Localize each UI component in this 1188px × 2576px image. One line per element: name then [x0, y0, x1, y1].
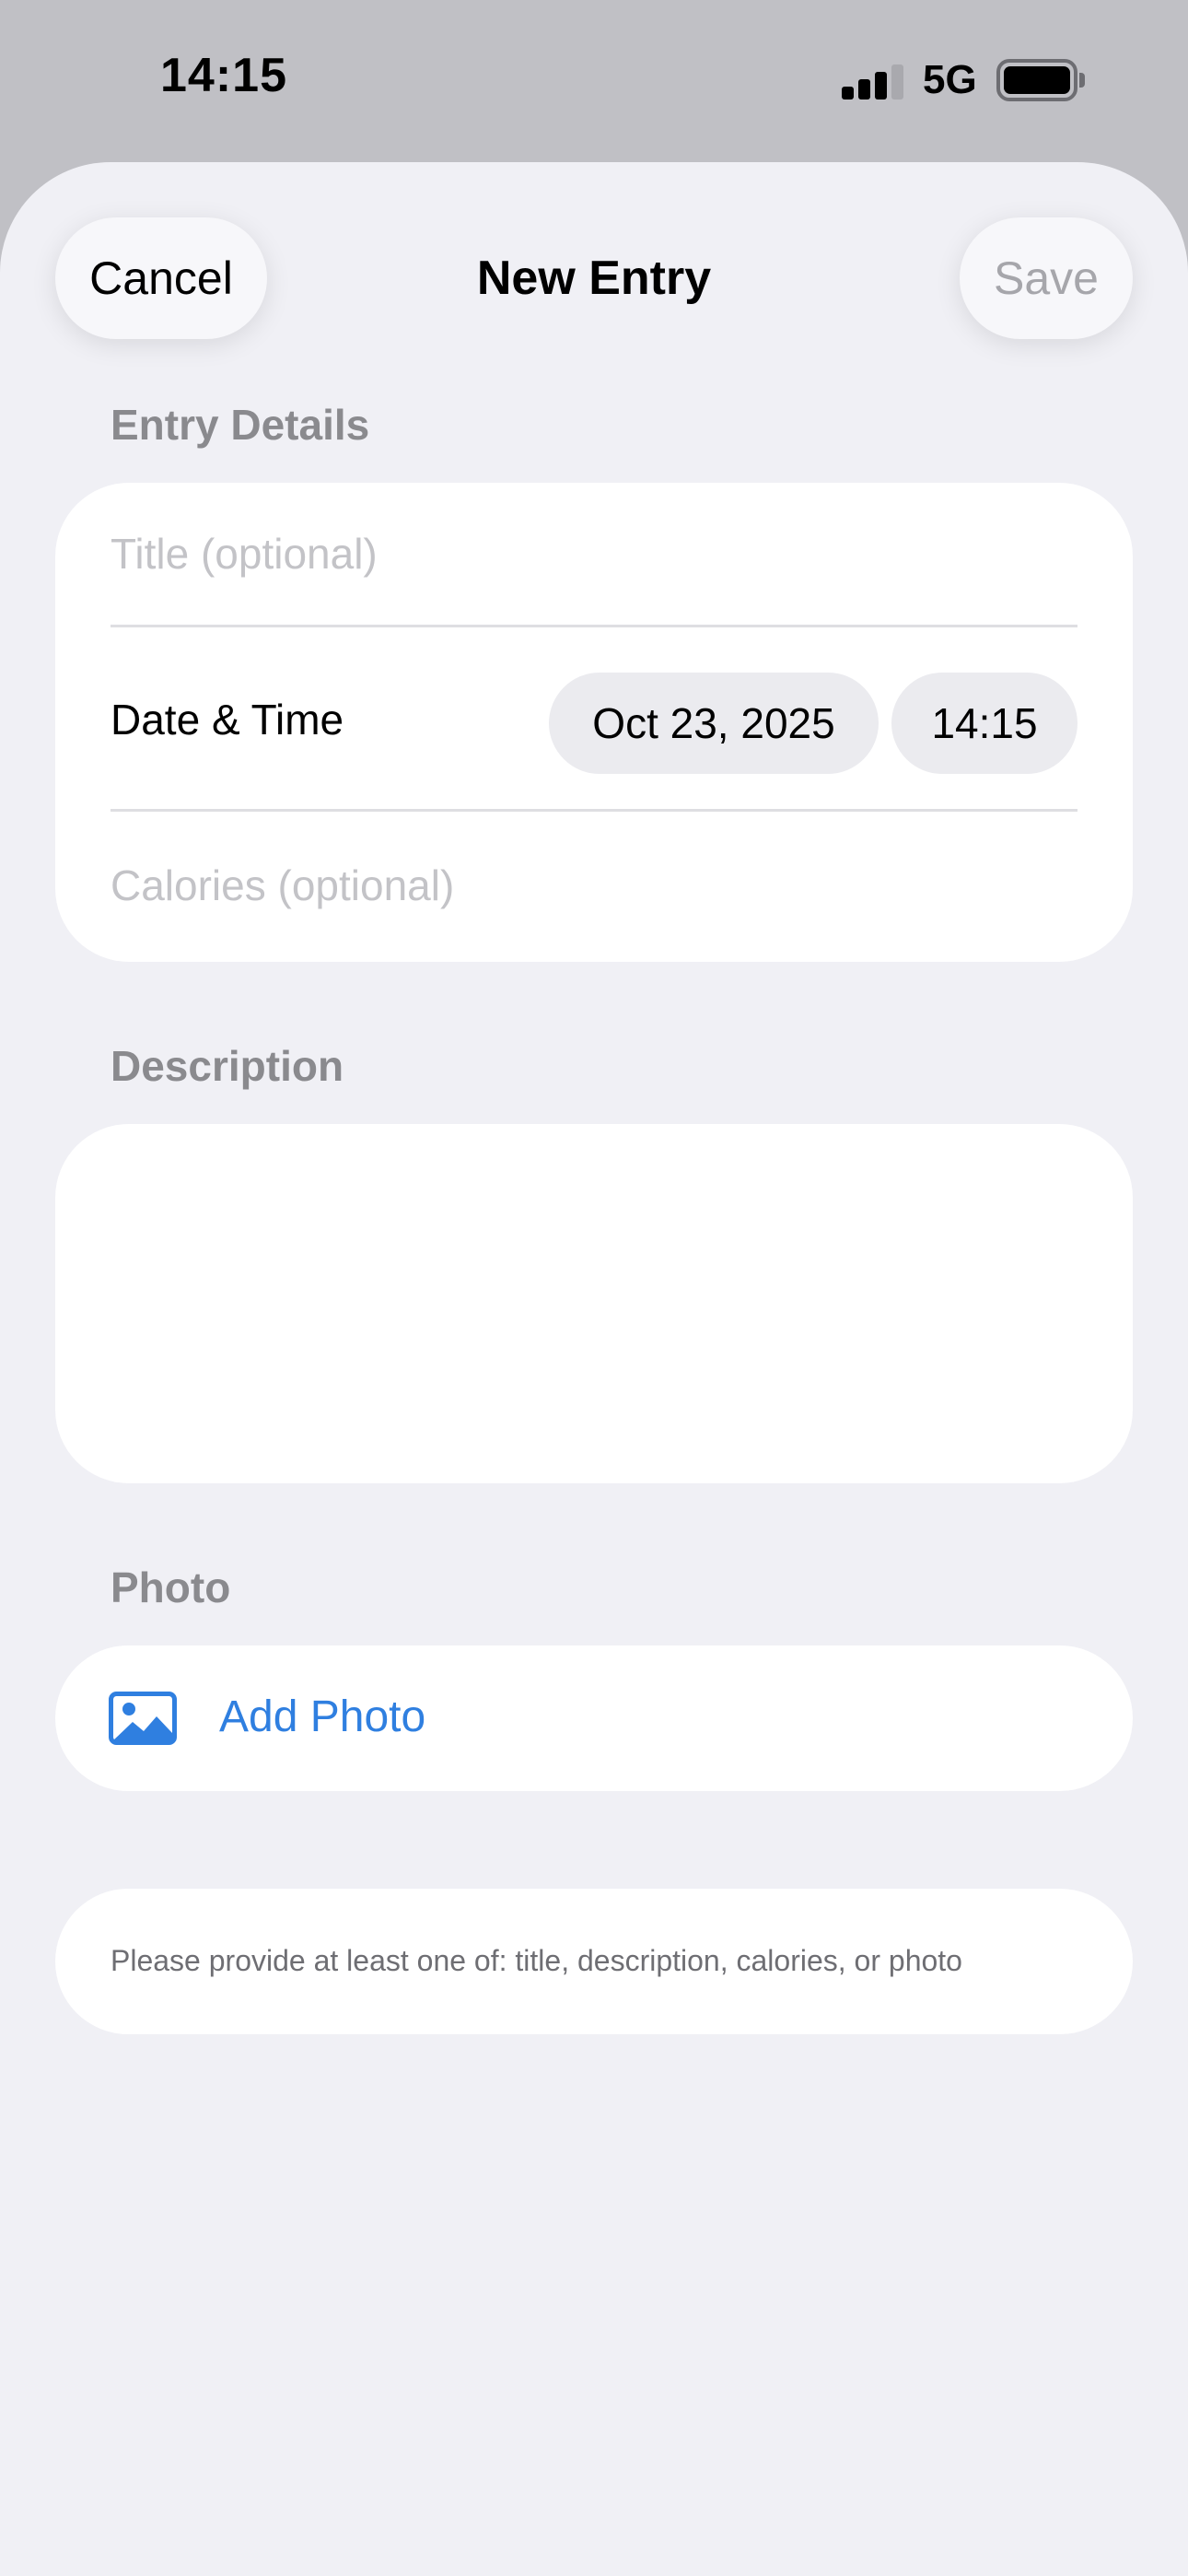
title-input[interactable]: Title (optional) — [111, 529, 378, 579]
add-photo-label: Add Photo — [219, 1692, 426, 1741]
save-button[interactable]: Save — [960, 217, 1133, 339]
signal-bars-icon — [842, 64, 904, 100]
entry-details-header: Entry Details — [111, 401, 370, 449]
network-type: 5G — [923, 57, 977, 102]
hint-text: Please provide at least one of: title, d… — [111, 1944, 962, 1977]
photo-header: Photo — [111, 1563, 231, 1611]
new-entry-sheet: Cancel New Entry Save Entry Details Titl… — [0, 162, 1188, 2576]
divider — [111, 625, 1077, 627]
description-textarea[interactable] — [55, 1124, 1133, 1483]
date-picker-button[interactable]: Oct 23, 2025 — [549, 673, 879, 774]
entry-details-card: Title (optional) Date & Time Oct 23, 202… — [55, 483, 1133, 962]
battery-icon — [996, 59, 1085, 101]
photo-icon — [109, 1692, 177, 1745]
divider — [111, 809, 1077, 812]
time-picker-button[interactable]: 14:15 — [891, 673, 1077, 774]
status-time: 14:15 — [160, 49, 287, 102]
validation-hint: Please provide at least one of: title, d… — [55, 1889, 1133, 2034]
status-bar: 14:15 5G — [0, 0, 1188, 162]
date-time-label: Date & Time — [111, 696, 344, 744]
calories-input[interactable]: Calories (optional) — [111, 861, 454, 910]
add-photo-button[interactable]: Add Photo — [55, 1645, 1133, 1791]
description-header: Description — [111, 1042, 344, 1090]
